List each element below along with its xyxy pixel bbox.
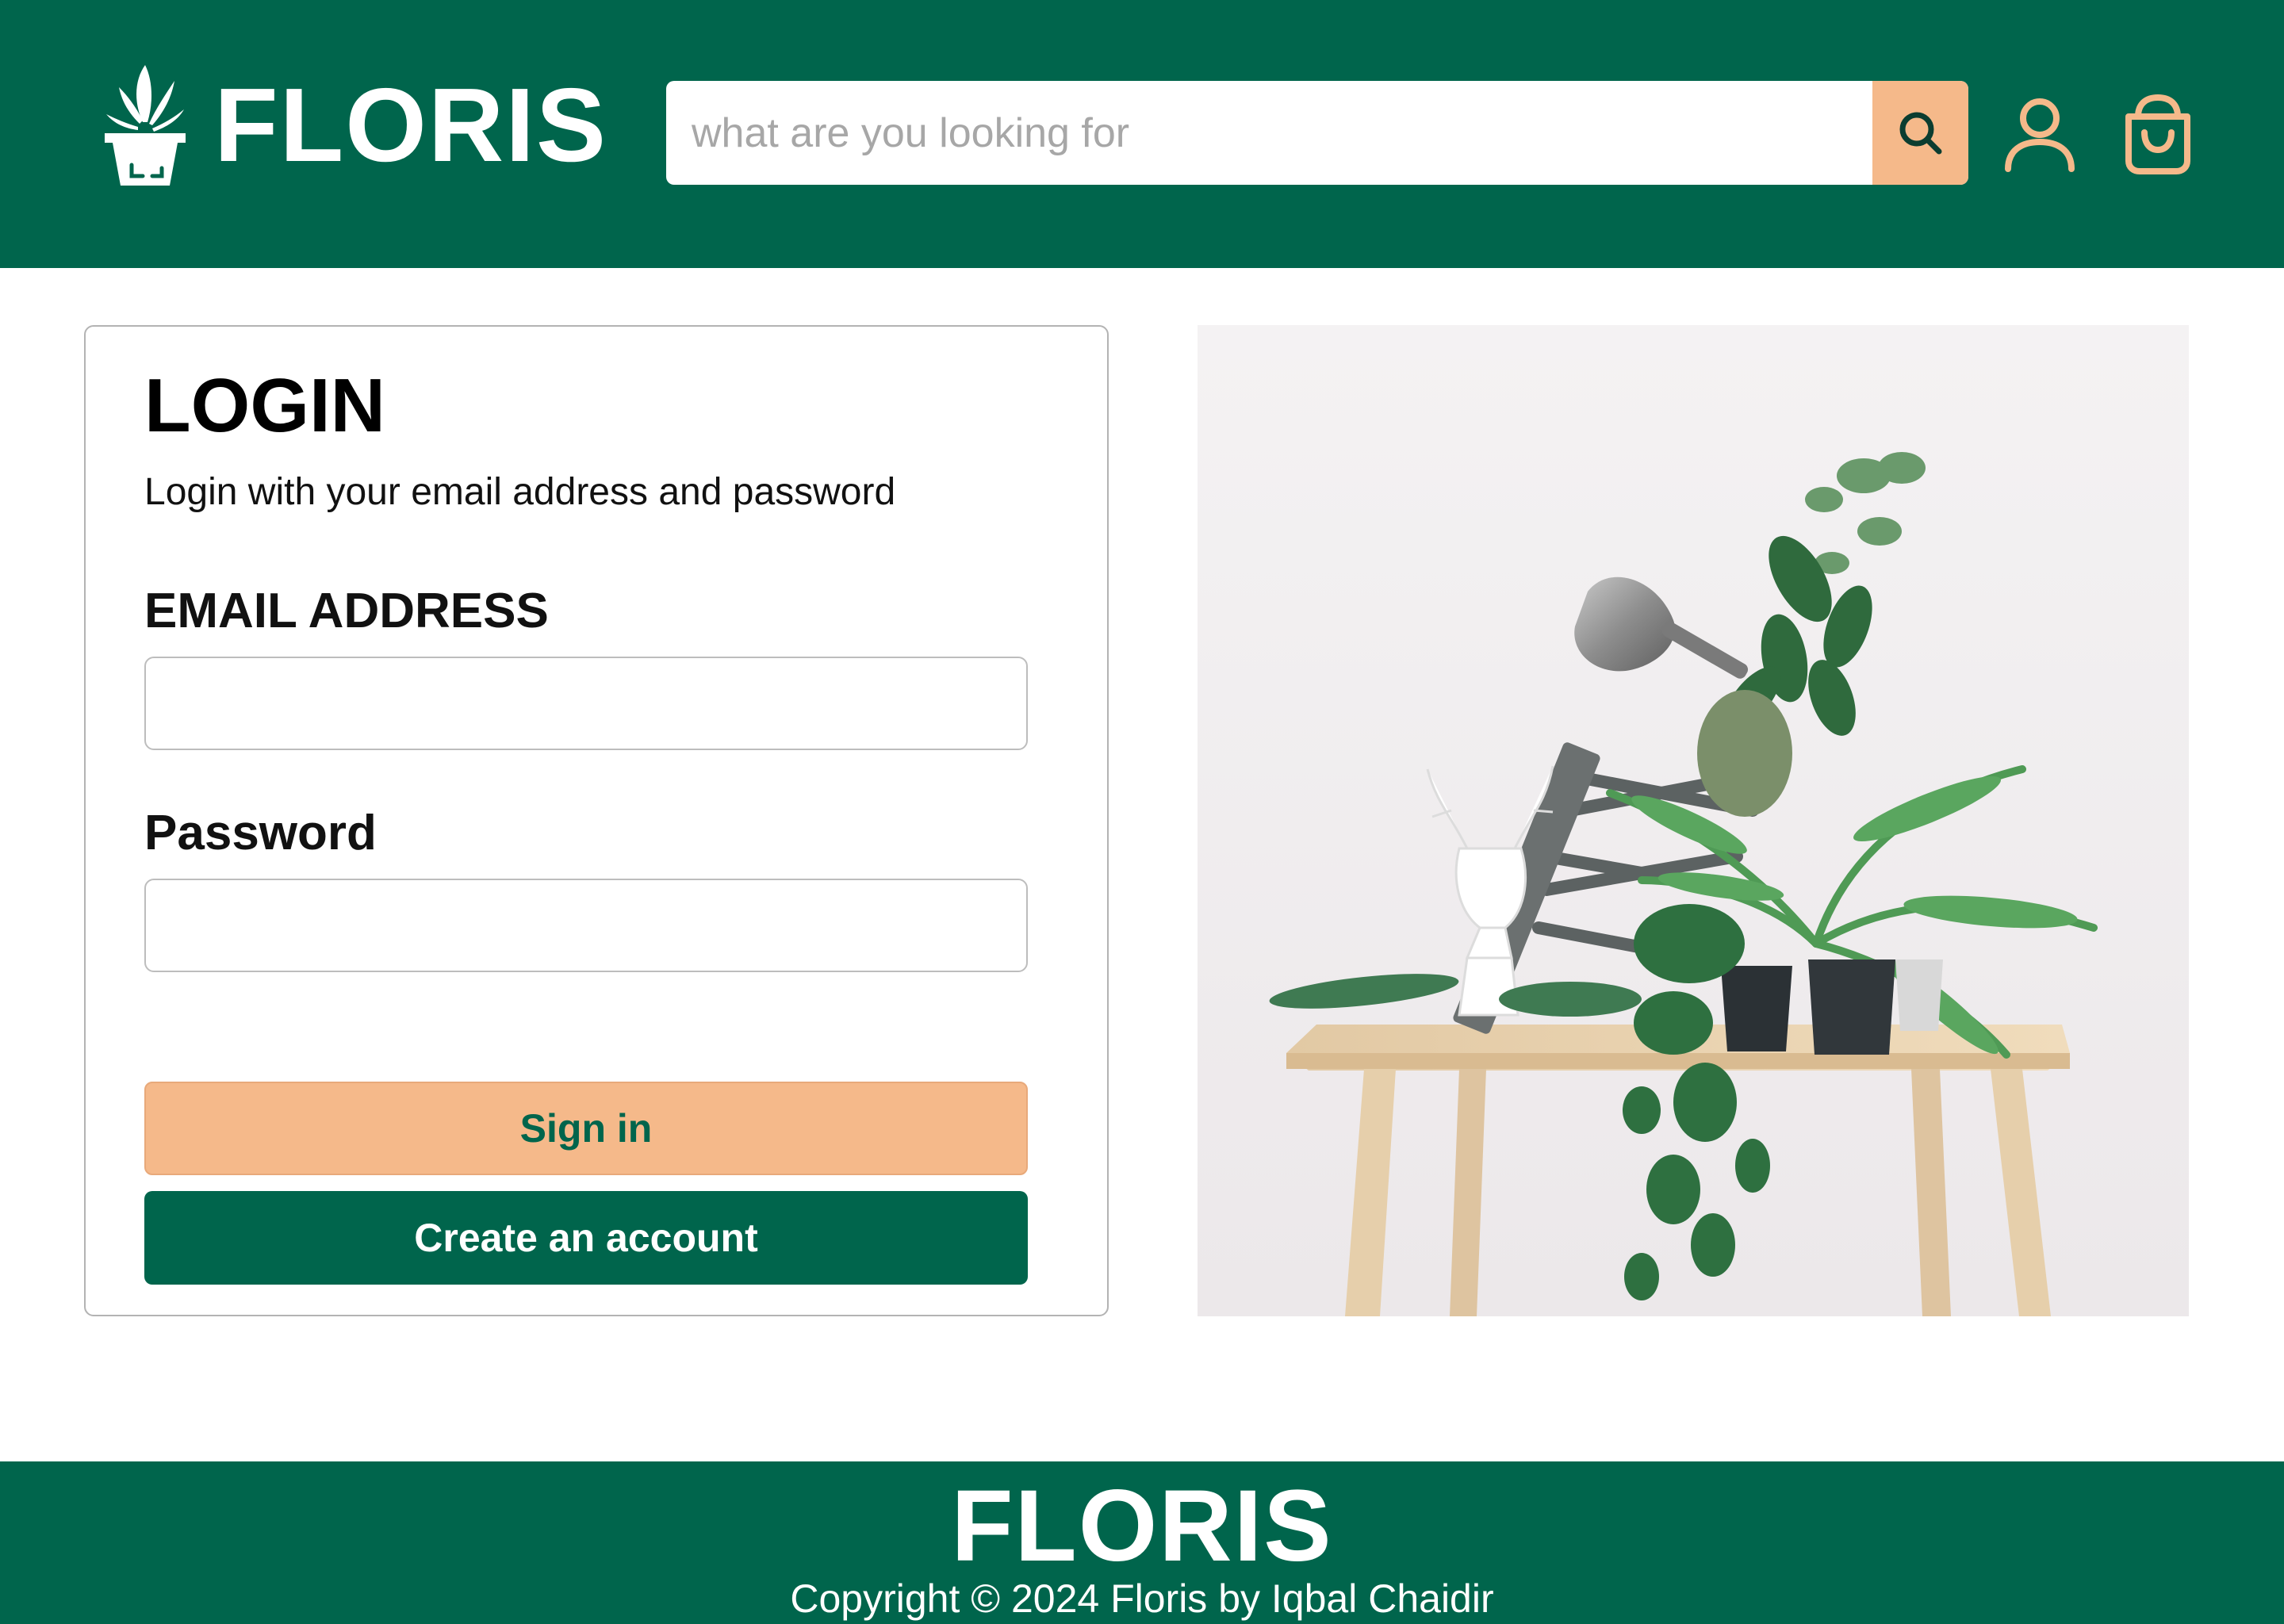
search-input[interactable] xyxy=(666,81,1873,185)
search-bar xyxy=(666,81,1968,185)
user-icon xyxy=(2005,98,2075,172)
cart-button[interactable] xyxy=(2116,90,2200,178)
search-icon xyxy=(1899,112,1941,154)
account-button[interactable] xyxy=(2000,90,2079,178)
footer-copyright: Copyright © 2024 Floris by Iqbal Chaidir xyxy=(790,1576,1494,1621)
search-button[interactable] xyxy=(1872,81,1968,185)
footer-logo: FLORIS xyxy=(951,1469,1333,1583)
site-footer: FLORIS Copyright © 2024 Floris by Iqbal … xyxy=(0,1461,2284,1624)
site-logo[interactable]: FLORIS xyxy=(103,62,607,189)
email-field[interactable] xyxy=(144,657,1028,750)
login-title: LOGIN xyxy=(144,363,385,448)
hero-photo xyxy=(1198,325,2189,1316)
plants-on-table-illustration xyxy=(1198,325,2189,1316)
signin-button[interactable]: Sign in xyxy=(144,1082,1028,1175)
email-label: EMAIL ADDRESS xyxy=(144,584,549,638)
site-header: FLORIS xyxy=(0,0,2284,268)
login-subtitle: Login with your email address and passwo… xyxy=(144,471,896,513)
logo-text: FLORIS xyxy=(214,67,607,183)
password-label: Password xyxy=(144,806,377,860)
create-account-button[interactable]: Create an account xyxy=(144,1191,1028,1285)
password-field[interactable] xyxy=(144,879,1028,972)
shopping-bag-icon xyxy=(2125,94,2190,174)
potted-plant-icon xyxy=(105,65,186,186)
login-card: LOGIN Login with your email address and … xyxy=(84,325,1109,1316)
